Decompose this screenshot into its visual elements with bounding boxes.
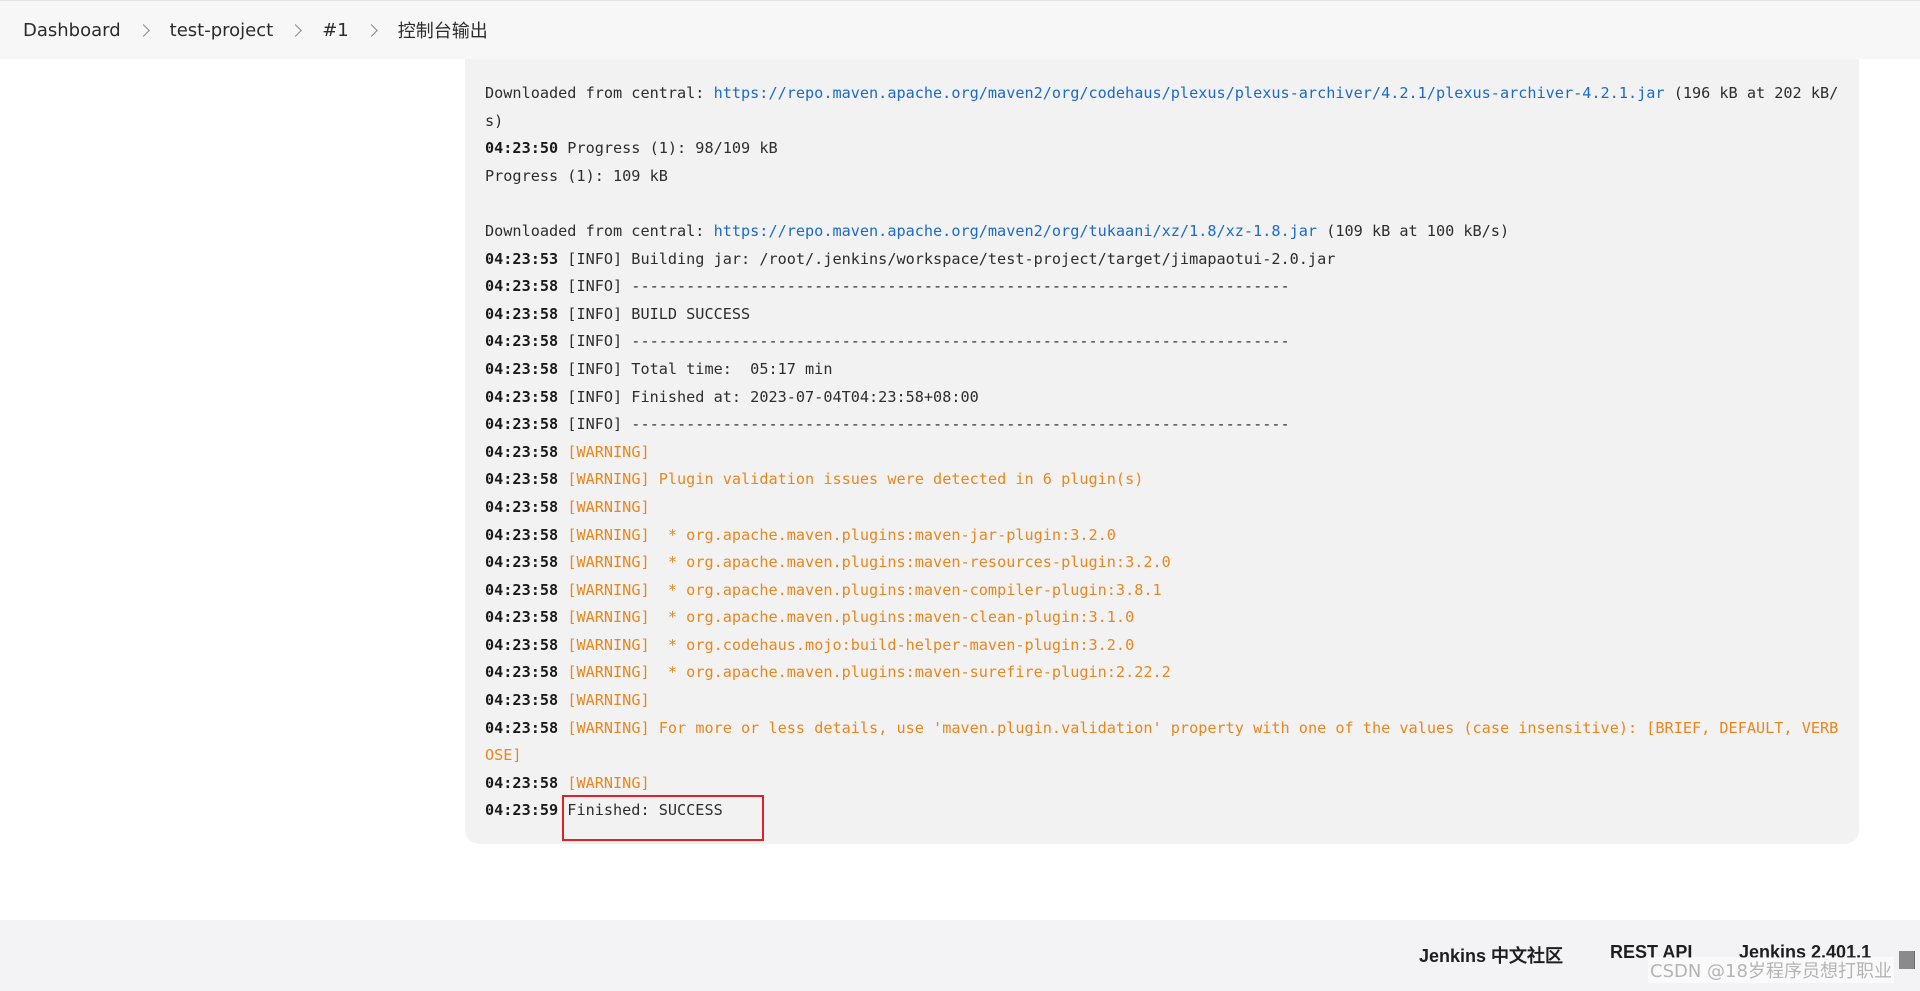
console-text: (109 kB at 100 kB/s) — [1317, 221, 1510, 240]
console-line: Downloaded from central: https://repo.ma… — [485, 218, 1839, 246]
console-line: 04:23:58 [INFO] ------------------------… — [485, 328, 1839, 356]
chevron-right-icon — [289, 23, 303, 37]
breadcrumb-build-1[interactable]: #1 — [322, 20, 349, 41]
resize-grip-icon[interactable] — [1899, 951, 1915, 969]
console-line: 04:23:58 [WARNING] * org.apache.maven.pl… — [485, 577, 1839, 605]
page-scrollbar[interactable] — [1901, 0, 1920, 991]
console-warning-text: [WARNING] For more or less details, use … — [485, 718, 1839, 765]
console-timestamp: 04:23:58 — [485, 691, 559, 710]
console-line: 04:23:58 [WARNING] Plugin validation iss… — [485, 466, 1839, 494]
console-line: 04:23:58 [WARNING] — [485, 687, 1839, 715]
console-text: [INFO] BUILD SUCCESS — [558, 304, 751, 323]
console-text: [INFO] ---------------------------------… — [558, 332, 1290, 351]
console-warning-text: [WARNING] * org.apache.maven.plugins:mav… — [567, 525, 1116, 544]
console-warning-text: [WARNING] * org.apache.maven.plugins:mav… — [567, 580, 1162, 599]
console-text: [INFO] Finished at: 2023-07-04T04:23:58+… — [558, 387, 979, 406]
console-log: Downloaded from central: https://repo.ma… — [485, 80, 1839, 825]
console-timestamp: 04:23:58 — [485, 580, 559, 599]
console-warning-text: [WARNING] * org.codehaus.mojo:build-help… — [567, 635, 1135, 654]
console-timestamp: 04:23:58 — [485, 525, 559, 544]
console-timestamp: 04:23:58 — [485, 277, 559, 296]
console-warning-text: [WARNING] Plugin validation issues were … — [567, 470, 1144, 489]
console-output-panel: Downloaded from central: https://repo.ma… — [465, 58, 1859, 844]
console-line: 04:23:58 [WARNING] — [485, 439, 1839, 467]
console-timestamp: 04:23:58 — [485, 387, 559, 406]
console-timestamp: 04:23:58 — [485, 635, 559, 654]
console-line: 04:23:58 [WARNING] — [485, 770, 1839, 798]
console-line: 04:23:58 [WARNING] * org.apache.maven.pl… — [485, 549, 1839, 577]
console-timestamp: 04:23:58 — [485, 553, 559, 572]
csdn-watermark: CSDN @18岁程序员想打职业 — [1648, 957, 1894, 983]
console-text: [INFO] Building jar: /root/.jenkins/work… — [558, 249, 1336, 268]
console-warning-text: [WARNING] * org.apache.maven.plugins:mav… — [567, 663, 1171, 682]
console-timestamp: 04:23:58 — [485, 442, 559, 461]
console-text: [INFO] ---------------------------------… — [558, 415, 1290, 434]
console-timestamp: 04:23:58 — [485, 497, 559, 516]
console-line: 04:23:58 [INFO] ------------------------… — [485, 411, 1839, 439]
console-timestamp: 04:23:58 — [485, 304, 559, 323]
console-text: [INFO] Total time: 05:17 min — [558, 359, 833, 378]
chevron-right-icon — [364, 23, 378, 37]
console-line: 04:23:58 [INFO] Finished at: 2023-07-04T… — [485, 384, 1839, 412]
console-line: Progress (1): 109 kB — [485, 163, 1839, 191]
footer-community-link[interactable]: Jenkins 中文社区 — [1419, 942, 1563, 968]
console-line: Downloaded from central: https://repo.ma… — [485, 80, 1839, 135]
console-line: 04:23:53 [INFO] Building jar: /root/.jen… — [485, 246, 1839, 274]
console-text: [INFO] ---------------------------------… — [558, 277, 1290, 296]
console-warning-text: [WARNING] * org.apache.maven.plugins:mav… — [567, 608, 1135, 627]
console-timestamp: 04:23:58 — [485, 332, 559, 351]
artifact-download-link[interactable]: https://repo.maven.apache.org/maven2/org… — [714, 222, 1317, 240]
console-line: 04:23:50 Progress (1): 98/109 kB — [485, 135, 1839, 163]
console-timestamp: 04:23:59 — [485, 801, 559, 820]
console-timestamp: 04:23:50 — [485, 139, 559, 158]
console-line: 04:23:58 [WARNING] * org.codehaus.mojo:b… — [485, 632, 1839, 660]
console-timestamp: 04:23:58 — [485, 470, 559, 489]
breadcrumb-dashboard[interactable]: Dashboard — [23, 20, 121, 41]
console-timestamp: 04:23:58 — [485, 415, 559, 434]
console-line: 04:23:58 [WARNING] * org.apache.maven.pl… — [485, 604, 1839, 632]
console-line: 04:23:58 [INFO] BUILD SUCCESS — [485, 301, 1839, 329]
breadcrumb-console-output[interactable]: 控制台输出 — [398, 17, 488, 43]
console-line: 04:23:58 [WARNING] * org.apache.maven.pl… — [485, 522, 1839, 550]
console-warning-text: [WARNING] — [567, 691, 650, 710]
console-warning-text: [WARNING] — [567, 773, 650, 792]
console-timestamp: 04:23:58 — [485, 608, 559, 627]
console-timestamp: 04:23:58 — [485, 663, 559, 682]
page-footer: Jenkins 中文社区 REST API Jenkins 2.401.1 — [0, 920, 1920, 991]
console-text: Downloaded from central: — [485, 84, 714, 102]
console-warning-text: [WARNING] * org.apache.maven.plugins:mav… — [567, 553, 1171, 572]
console-text: Progress (1): 109 kB — [485, 166, 668, 185]
artifact-download-link[interactable]: https://repo.maven.apache.org/maven2/org… — [714, 84, 1665, 102]
console-line: 04:23:58 [WARNING] * org.apache.maven.pl… — [485, 659, 1839, 687]
console-line: 04:23:58 [WARNING] — [485, 494, 1839, 522]
console-line: 04:23:58 [INFO] Total time: 05:17 min — [485, 356, 1839, 384]
console-timestamp: 04:23:58 — [485, 359, 559, 378]
breadcrumb-test-project[interactable]: test-project — [170, 20, 274, 41]
console-timestamp: 04:23:53 — [485, 249, 559, 268]
console-timestamp: 04:23:58 — [485, 718, 559, 737]
jenkins-console-page: Dashboard test-project #1 控制台输出 Download… — [0, 0, 1920, 991]
console-text: Progress (1): 98/109 kB — [558, 139, 778, 158]
console-warning-text: [WARNING] — [567, 442, 650, 461]
console-timestamp: 04:23:58 — [485, 773, 559, 792]
console-text: Downloaded from central: — [485, 221, 714, 240]
console-warning-text: [WARNING] — [567, 497, 650, 516]
finished-success-highlight — [562, 795, 764, 841]
console-line: 04:23:58 [WARNING] For more or less deta… — [485, 715, 1839, 770]
chevron-right-icon — [136, 23, 150, 37]
breadcrumb: Dashboard test-project #1 控制台输出 — [0, 0, 1920, 59]
console-line: 04:23:58 [INFO] ------------------------… — [485, 273, 1839, 301]
